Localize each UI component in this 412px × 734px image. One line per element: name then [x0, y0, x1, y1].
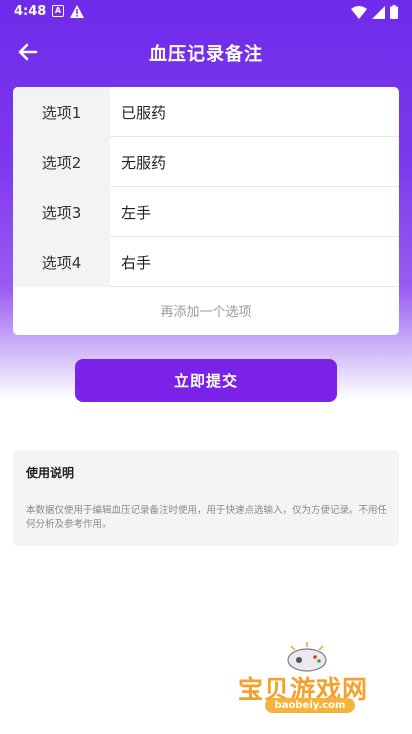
status-time: 4:48: [14, 4, 47, 19]
option-row-4: 选项4 右手: [13, 237, 399, 287]
option-row-2: 选项2 无服药: [13, 137, 399, 187]
option-label-4: 选项4: [13, 237, 110, 287]
wifi-icon: [351, 5, 367, 19]
option-label-3: 选项3: [13, 187, 110, 237]
watermark-url: baobeiy.com: [265, 698, 355, 713]
add-option-button[interactable]: 再添加一个选项: [13, 287, 399, 333]
page-title: 血压记录备注: [149, 44, 263, 65]
status-left-icons: A: [52, 5, 84, 18]
option-label-2: 选项2: [13, 137, 110, 187]
status-bar: 4:48 A: [0, 0, 412, 26]
options-card: 选项1 已服药 选项2 无服药 选项3 左手 选项4 右手 再添加一个选项: [13, 87, 399, 335]
battery-icon: [390, 5, 398, 19]
submit-button[interactable]: 立即提交: [75, 359, 337, 402]
option-row-1: 选项1 已服药: [13, 87, 399, 137]
status-right-icons: [351, 5, 398, 19]
gamepad-icon: [287, 642, 327, 672]
option-input-2[interactable]: 无服药: [121, 137, 389, 187]
top-app-bar: 血压记录备注: [0, 26, 412, 78]
option-label-1: 选项1: [13, 87, 110, 137]
option-input-1[interactable]: 已服药: [121, 87, 389, 137]
option-input-3[interactable]: 左手: [121, 187, 389, 237]
warning-icon: [70, 5, 84, 18]
watermark-logo: 宝贝游戏网 baobeiy.com: [235, 640, 385, 730]
instructions-body: 本数据仅使用于编辑血压记录备注时使用，用于快速点选输入，仅为方便记录。不用任何分…: [26, 505, 388, 530]
option-row-3: 选项3 左手: [13, 187, 399, 237]
instructions-title: 使用说明: [26, 466, 75, 480]
a-badge-icon: A: [52, 5, 64, 17]
signal-icon: [372, 5, 385, 19]
instructions-card: 使用说明 本数据仅使用于编辑血压记录备注时使用，用于快速点选输入，仅为方便记录。…: [13, 450, 399, 546]
option-input-4[interactable]: 右手: [121, 237, 389, 287]
